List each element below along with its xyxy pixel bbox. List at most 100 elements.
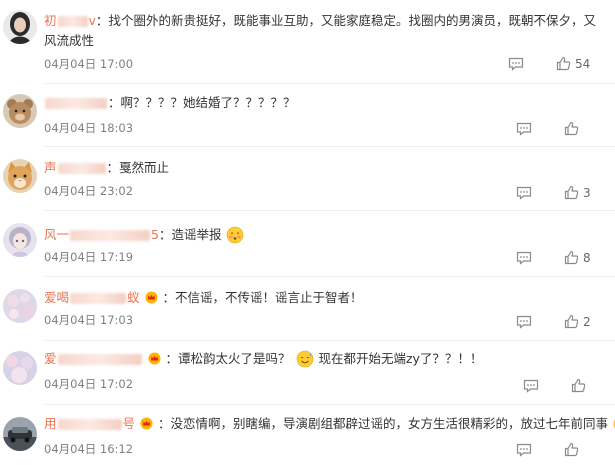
- avatar[interactable]: [3, 10, 37, 44]
- comment-text: 戛然而止: [119, 160, 170, 175]
- colon-separator: ：: [165, 351, 178, 366]
- reply-button[interactable]: [516, 315, 532, 329]
- username[interactable]: 用号: [44, 416, 135, 431]
- comment-body: 爱 ：谭松韵太火了是吗？ 现在都开始无端zy了？？！！: [44, 350, 605, 368]
- like-button[interactable]: 8: [564, 250, 591, 265]
- username-suffix: 蚁: [127, 290, 140, 305]
- blurred-name-segment: [57, 163, 106, 174]
- comment-item: 声 ：戛然而止 04月04日 23:02 3: [0, 149, 615, 213]
- comment-time: 04月04日 17:00: [44, 57, 134, 71]
- comment-body: 初 v：找个圈外的新贵挺好，既能事业互助，又能家庭稳定。找圈内的男演员，既朝不保夕…: [44, 11, 605, 51]
- username-prefix: 声: [44, 160, 57, 175]
- comment-icon: [523, 379, 539, 393]
- comment-body: 用号 ：没恋情啊，别瞎编，导演剧组都辟过谣的，女方生活很精彩的，放过七年前同事: [44, 415, 615, 433]
- avatar[interactable]: [3, 159, 37, 193]
- comment-body: 声 ：戛然而止: [44, 159, 605, 177]
- colon-separator: ：: [158, 227, 172, 242]
- comment-item: 用号 ：没恋情啊，别瞎编，导演剧组都辟过谣的，女方生活很精彩的，放过七年前同事 …: [0, 407, 615, 465]
- avatar[interactable]: [3, 223, 37, 257]
- like-button[interactable]: 54: [556, 56, 590, 71]
- username[interactable]: 初v: [44, 13, 96, 28]
- username-prefix: 爱: [44, 351, 57, 366]
- thumbs-up-icon: [571, 378, 586, 393]
- reply-button[interactable]: [508, 57, 524, 71]
- username[interactable]: 声: [44, 160, 107, 175]
- avatar[interactable]: [3, 417, 37, 451]
- comment-text: 啊？？？？她结婚了？？？？？: [120, 95, 296, 110]
- thumbs-up-icon: [564, 442, 579, 457]
- member-crown-badge-icon: [145, 291, 158, 304]
- like-button[interactable]: [564, 442, 583, 457]
- comment-time: 04月04日 17:03: [44, 313, 134, 327]
- comment-time: 04月04日 17:19: [44, 250, 134, 264]
- divider: [44, 210, 615, 211]
- comment-icon: [516, 315, 532, 329]
- like-button[interactable]: [564, 121, 583, 136]
- comment-list: 初 v：找个圈外的新贵挺好，既能事业互助，又能家庭稳定。找圈内的男演员，既朝不保夕…: [0, 0, 615, 465]
- avatar-blossom-icon: [3, 289, 37, 323]
- divider: [44, 146, 615, 147]
- like-count: 2: [583, 314, 591, 329]
- reply-button[interactable]: [516, 251, 532, 265]
- username-suffix: 号: [122, 416, 136, 431]
- username-prefix: 风一: [44, 227, 70, 242]
- avatar[interactable]: [3, 94, 37, 128]
- username[interactable]: 爱: [44, 351, 143, 366]
- comment-item: ：啊？？？？她结婚了？？？？？ 04月04日 18:03: [0, 86, 615, 150]
- avatar[interactable]: [3, 289, 37, 323]
- comment-icon: [516, 251, 532, 265]
- comment-time: 04月04日 16:12: [44, 442, 134, 456]
- avatar-cat-icon: [3, 159, 37, 193]
- thumbs-up-icon: [564, 121, 579, 136]
- blurred-name-segment: [57, 16, 88, 27]
- username-suffix: v: [88, 13, 96, 28]
- comment-body: 风一 5：造谣举报: [44, 226, 605, 244]
- avatar-photo-icon: [3, 10, 37, 44]
- reply-button[interactable]: [523, 379, 539, 393]
- comment-text: 没恋情啊，别瞎编，导演剧组都辟过谣的，女方生活很精彩的，放过七年前同事: [170, 416, 609, 431]
- avatar-anime-girl-icon: [3, 223, 37, 257]
- comment-time: 04月04日 23:02: [44, 184, 134, 198]
- like-button[interactable]: [571, 378, 590, 393]
- comment-text-part1: 谭松韵太火了是吗？: [178, 351, 291, 366]
- comment-time: 04月04日 17:02: [44, 377, 134, 391]
- avatar[interactable]: [3, 351, 37, 385]
- username[interactable]: [44, 95, 108, 110]
- comment-text: 不信谣，不传谣！谣言止于智者！: [175, 290, 363, 305]
- comment-item: 爱 ：谭松韵太火了是吗？ 现在都开始无端zy了？？！！ 04月04日 17:02: [0, 343, 615, 407]
- divider: [44, 404, 615, 405]
- like-count: 3: [583, 185, 591, 200]
- like-count: 8: [583, 250, 591, 265]
- member-crown-badge-icon: [148, 352, 160, 365]
- like-button[interactable]: 2: [564, 314, 591, 329]
- like-button[interactable]: 3: [564, 185, 591, 200]
- reply-button[interactable]: [516, 186, 532, 200]
- blurred-name-segment: [45, 98, 107, 109]
- avatar-teddy-bear-icon: [3, 94, 37, 128]
- emoji-blushing-icon: [227, 226, 244, 244]
- divider: [44, 340, 615, 341]
- comment-icon: [516, 186, 532, 200]
- reply-button[interactable]: [516, 443, 532, 457]
- comment-item: 爱喝 蚁 ：不信谣，不传谣！谣言止于智者！ 04月04日 17:03 2: [0, 279, 615, 343]
- username-prefix: 爱喝: [44, 290, 70, 305]
- comment-icon: [516, 122, 532, 136]
- username-prefix: 初: [44, 13, 57, 28]
- blurred-name-segment: [57, 354, 142, 365]
- avatar-car-photo-icon: [3, 417, 37, 451]
- thumbs-up-icon: [564, 314, 579, 329]
- colon-separator: ：: [108, 95, 121, 110]
- comment-text: 找个圈外的新贵挺好，既能事业互助，又能家庭稳定。找圈内的男演员，既朝不保夕，又风…: [44, 13, 596, 48]
- divider: [44, 276, 615, 277]
- comment-body: ：啊？？？？她结婚了？？？？？: [44, 94, 605, 112]
- reply-button[interactable]: [516, 122, 532, 136]
- blurred-name-segment: [57, 419, 122, 430]
- member-crown-badge-icon: [140, 417, 153, 430]
- blurred-name-segment: [70, 293, 127, 304]
- comment-icon: [516, 443, 532, 457]
- username[interactable]: 风一 5: [44, 227, 159, 242]
- colon-separator: ：: [106, 160, 120, 175]
- colon-separator: ：: [162, 290, 176, 305]
- username[interactable]: 爱喝 蚁: [44, 290, 140, 305]
- colon-separator: ：: [95, 13, 109, 28]
